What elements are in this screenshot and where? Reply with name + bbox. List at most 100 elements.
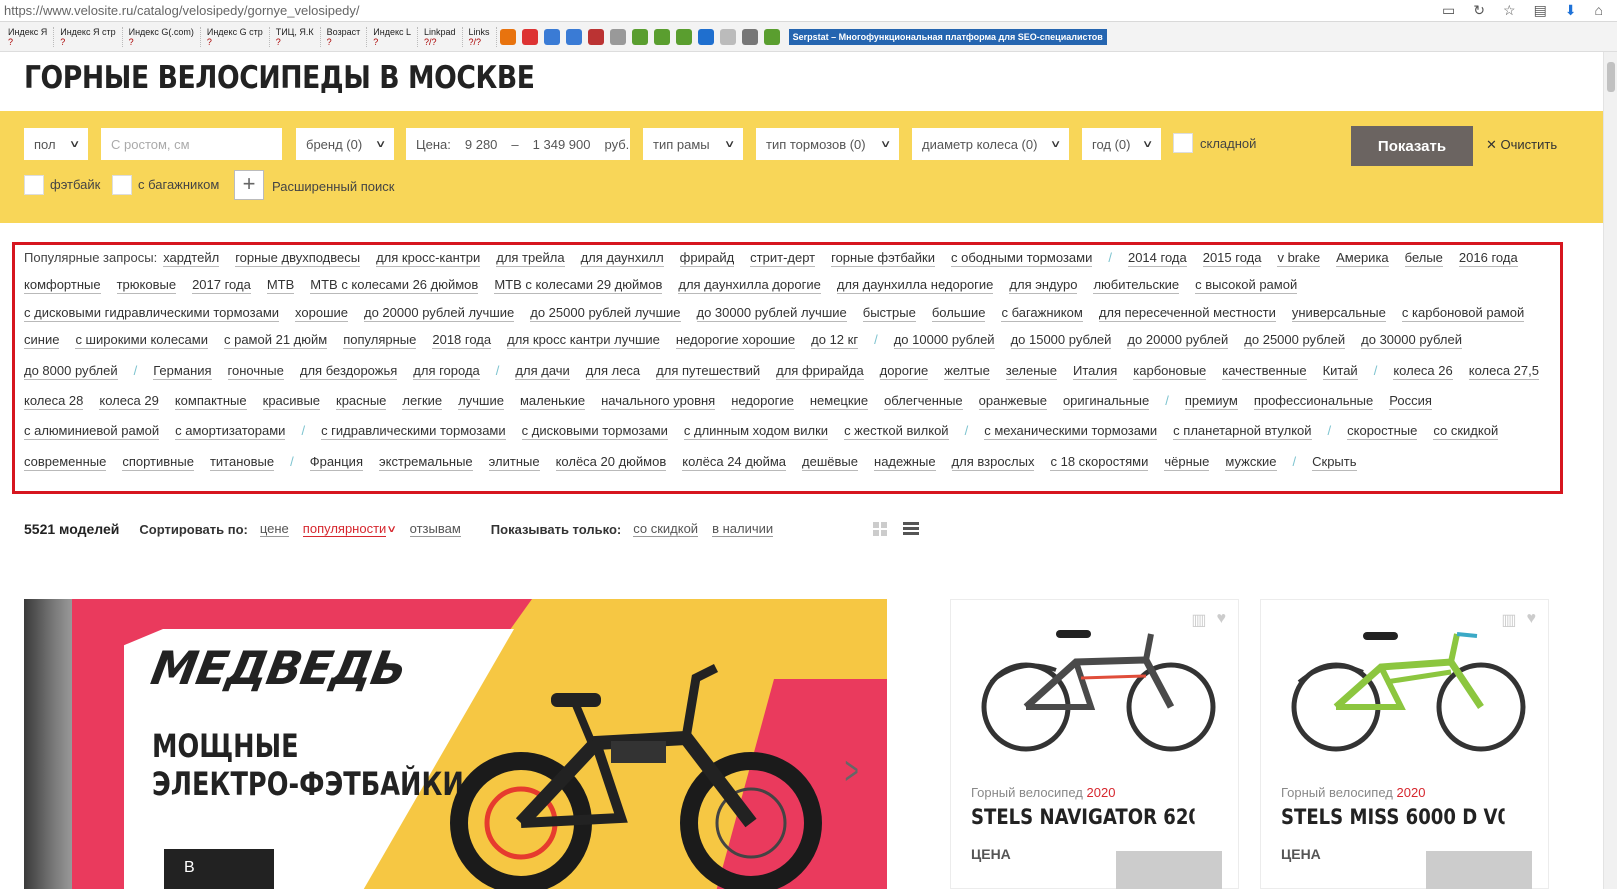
popular-query-link[interactable]: Америка [1336, 250, 1389, 267]
toolbar-addon-icon[interactable] [697, 28, 714, 45]
popular-query-link[interactable]: синие [24, 332, 60, 350]
popular-query-link[interactable]: недорогие хорошие [675, 332, 796, 350]
popular-query-link[interactable]: зеленые [1005, 363, 1057, 380]
toolbar-addon-icon[interactable] [763, 28, 780, 45]
popular-query-link[interactable]: 2015 года [1202, 250, 1262, 267]
popular-query-link[interactable]: для дачи [515, 363, 570, 380]
page-scrollbar[interactable] [1603, 52, 1617, 889]
popular-query-link[interactable]: с гидравлическими тормозами [321, 423, 506, 441]
popular-query-link[interactable]: для даунхилл [580, 250, 664, 267]
popular-query-link[interactable]: красивые [262, 393, 321, 410]
toolbar-addon-icon[interactable] [609, 28, 626, 45]
popular-query-link[interactable]: с длинным ходом вилки [683, 423, 829, 441]
popular-query-link[interactable]: белые [1404, 250, 1443, 267]
seo-toolbar-item[interactable]: Индекс L? [367, 26, 419, 47]
popular-query-link[interactable]: дорогие [879, 363, 929, 380]
popular-query-link[interactable]: стрит-дерт [750, 250, 816, 267]
sort-reviews[interactable]: отзывам [409, 521, 461, 537]
popular-query-link[interactable]: качественные [1222, 363, 1307, 380]
fatbike-checkbox[interactable] [24, 175, 44, 195]
toolbar-addon-icon[interactable] [631, 28, 648, 45]
popular-query-link[interactable]: Скрыть [1312, 454, 1357, 471]
popular-query-link[interactable]: до 20000 рублей [1127, 332, 1229, 350]
popular-query-link[interactable]: фрирайд [679, 250, 735, 267]
show-button[interactable]: Показать [1351, 126, 1473, 166]
toolbar-addon-icon[interactable] [741, 28, 758, 45]
price-from[interactable]: 9 280 [465, 137, 498, 152]
popular-query-link[interactable]: скоростные [1347, 423, 1418, 441]
product-card[interactable]: ▥ ♥ Горный велосипед 2020 STELS MISS 6000… [1260, 599, 1549, 889]
popular-query-link[interactable]: колеса 27,5 [1468, 363, 1539, 380]
product-card[interactable]: ▥ ♥ Горный велосипед 2020 STELS NAVIGATOR… [950, 599, 1239, 889]
banner-button[interactable]: В [164, 849, 274, 889]
popular-query-link[interactable]: до 10000 рублей [893, 332, 995, 350]
popular-query-link[interactable]: трюковые [116, 277, 177, 295]
seo-toolbar-item[interactable]: ТИЦ, Я.К? [270, 26, 321, 47]
popular-query-link[interactable]: до 12 кг [811, 332, 859, 350]
popular-query-link[interactable]: колёса 20 дюймов [555, 454, 667, 471]
popular-query-link[interactable]: с ободными тормозами [951, 250, 1093, 267]
toolbar-addon-icon[interactable] [675, 28, 692, 45]
popular-query-link[interactable]: чёрные [1164, 454, 1210, 471]
popular-query-link[interactable]: хардтейл [163, 250, 220, 267]
popular-query-link[interactable]: для путешествий [656, 363, 761, 380]
popular-query-link[interactable]: для даунхилла дорогие [678, 277, 821, 295]
seo-toolbar-item[interactable]: Индекс G(.com)? [123, 26, 201, 47]
popular-query-link[interactable]: титановые [209, 454, 275, 471]
popular-query-link[interactable]: оригинальные [1062, 393, 1150, 410]
product-name[interactable]: STELS MISS 6000 D V010 [1281, 805, 1505, 829]
year-select[interactable]: год (0) ∨ [1082, 128, 1161, 160]
seo-toolbar-item[interactable]: Возраст? [321, 26, 368, 47]
popular-query-link[interactable]: колёса 24 дюйма [682, 454, 787, 471]
popular-query-link[interactable]: 2016 года [1458, 250, 1518, 267]
plus-icon[interactable]: + [234, 170, 264, 200]
sort-price[interactable]: цене [259, 521, 289, 537]
popular-query-link[interactable]: гоночные [227, 363, 284, 380]
popular-query-link[interactable]: с карбоновой рамой [1401, 305, 1525, 322]
popular-query-link[interactable]: с высокой рамой [1195, 277, 1298, 295]
popular-query-link[interactable]: колеса 26 [1393, 363, 1453, 380]
popular-query-link[interactable]: для трейла [496, 250, 565, 267]
seo-toolbar-item[interactable]: Индекс Я? [2, 26, 55, 47]
sort-popularity[interactable]: популярности [302, 521, 387, 537]
product-name[interactable]: STELS NAVIGATOR 620 D V010 [971, 805, 1195, 829]
popular-query-link[interactable]: до 25000 рублей лучшие [530, 305, 681, 322]
popular-query-link[interactable]: популярные [343, 332, 417, 350]
seo-toolbar-item[interactable]: Индекс G стр? [201, 26, 270, 47]
popular-query-link[interactable]: хорошие [295, 305, 348, 322]
popular-query-link[interactable]: горные фэтбайки [831, 250, 935, 267]
popular-query-link[interactable]: универсальные [1291, 305, 1386, 322]
popular-query-link[interactable]: колеса 29 [99, 393, 159, 410]
popular-query-link[interactable]: с 18 скоростями [1050, 454, 1149, 471]
seo-toolbar-item[interactable]: Индекс Я стр? [54, 26, 123, 47]
seo-toolbar-item[interactable]: Links ?/? [463, 26, 497, 47]
popular-query-link[interactable]: облегченные [884, 393, 963, 410]
toolbar-addon-icon[interactable] [587, 28, 604, 45]
popular-query-link[interactable]: быстрые [862, 305, 916, 322]
popular-query-link[interactable]: с планетарной втулкой [1173, 423, 1312, 441]
popular-query-link[interactable]: желтые [944, 363, 990, 380]
popular-query-link[interactable]: с механическими тормозами [984, 423, 1158, 441]
popular-query-link[interactable]: Италия [1072, 363, 1118, 380]
popular-query-link[interactable]: компактные [174, 393, 247, 410]
popular-query-link[interactable]: для кросс кантри лучшие [507, 332, 660, 350]
popular-query-link[interactable]: современные [24, 454, 107, 471]
popular-query-link[interactable]: легкие [402, 393, 443, 410]
popular-query-link[interactable]: с алюминиевой рамой [24, 423, 160, 441]
popular-query-link[interactable]: мужские [1225, 454, 1277, 471]
popular-query-link[interactable]: маленькие [519, 393, 586, 410]
popular-query-link[interactable]: колеса 28 [24, 393, 84, 410]
reload-icon[interactable]: ↻ [1473, 2, 1485, 19]
popular-query-link[interactable]: до 8000 рублей [24, 363, 118, 380]
popular-query-link[interactable]: дешёвые [802, 454, 859, 471]
price-range[interactable]: Цена: 9 280 – 1 349 900 руб. [406, 128, 630, 160]
toolbar-addon-icon[interactable] [521, 28, 538, 45]
popular-query-link[interactable]: до 20000 рублей лучшие [364, 305, 515, 322]
with-rack-checkbox[interactable] [112, 175, 132, 195]
popular-query-link[interactable]: Китай [1322, 363, 1358, 380]
clear-button[interactable]: ✕ Очистить [1486, 137, 1557, 153]
star-icon[interactable]: ☆ [1503, 2, 1516, 19]
scrollbar-thumb[interactable] [1607, 62, 1615, 92]
popular-query-link[interactable]: недорогие [731, 393, 794, 410]
serpstat-banner[interactable]: Serpstat – Многофункциональная платформа… [788, 28, 1107, 45]
